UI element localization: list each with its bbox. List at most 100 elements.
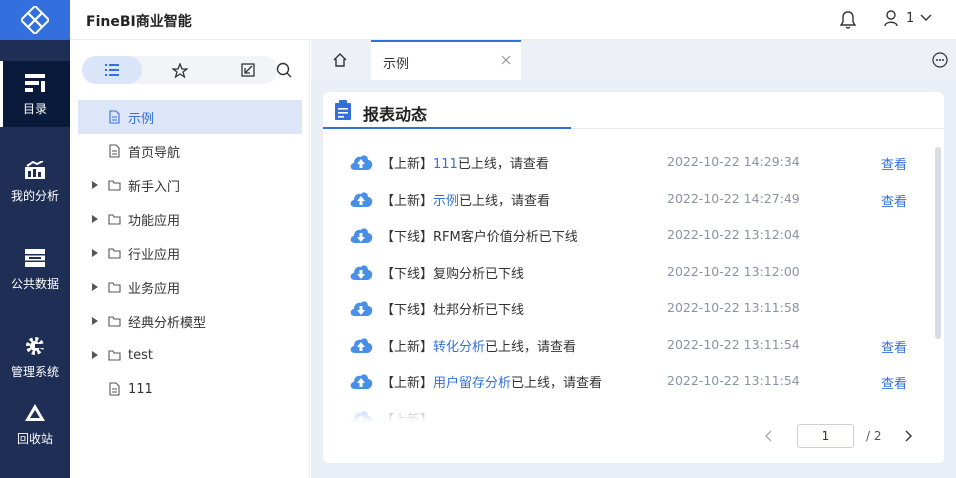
folder-icon <box>108 282 121 293</box>
tree-folder[interactable]: 新手入门 <box>78 168 302 202</box>
feed-row: 【上新】转化分析已上线，请查看 2022-10-22 13:11:54 查看 <box>323 328 931 365</box>
search-icon[interactable] <box>276 62 292 78</box>
folder-icon <box>108 350 121 361</box>
view-link[interactable]: 查看 <box>881 373 907 392</box>
view-link[interactable]: 查看 <box>881 154 907 173</box>
feed-message: 【上新】111已上线，请查看 <box>381 153 549 172</box>
folder-icon <box>108 214 121 225</box>
tree-folder[interactable]: 功能应用 <box>78 202 302 236</box>
caret-right-icon[interactable] <box>92 317 98 325</box>
report-link[interactable]: 用户留存分析 <box>433 376 511 391</box>
user-name: 1 <box>906 10 915 26</box>
tab-bar: 示例 <box>311 40 956 80</box>
feed-row: 【下线】杜邦分析已下线 2022-10-22 13:11:58 <box>323 291 931 328</box>
feed-row: 【上新】示例已上线，请查看 2022-10-22 14:27:49 查看 <box>323 182 931 219</box>
file-icon <box>109 382 120 396</box>
caret-right-icon[interactable] <box>92 181 98 189</box>
card-title: 报表动态 <box>363 105 428 124</box>
folder-icon <box>108 316 121 327</box>
page-input[interactable] <box>797 424 854 448</box>
user-menu[interactable]: 1 <box>884 10 932 26</box>
tree-file[interactable]: 示例 <box>78 100 302 134</box>
feed-message: 【上新】用户留存分析已上线，请查看 <box>381 372 602 391</box>
star-icon <box>172 62 188 78</box>
feed-tag: 【下线】 <box>381 230 434 245</box>
tree-folder[interactable]: 经典分析模型 <box>78 304 302 338</box>
more-options-icon[interactable] <box>932 52 948 68</box>
tab-favorites[interactable] <box>150 56 210 84</box>
nav-item-public-data[interactable]: 公共数据 <box>0 236 70 302</box>
view-link[interactable]: 查看 <box>881 337 907 356</box>
database-icon <box>24 247 46 269</box>
cloud-download-icon <box>350 228 373 243</box>
nav-item-my-analysis[interactable]: 我的分析 <box>0 148 70 214</box>
caret-right-icon[interactable] <box>92 215 98 223</box>
directory-tree: 示例首页导航新手入门 功能应用 行业应用 业务应用经典分析模型 test 111 <box>78 100 302 406</box>
caret-right-icon[interactable] <box>92 283 98 291</box>
cloud-download-icon <box>350 301 373 316</box>
tree-file[interactable]: 首页导航 <box>78 134 302 168</box>
cloud-upload-icon <box>350 191 373 207</box>
chevron-left-icon[interactable] <box>763 430 775 442</box>
chevron-right-icon[interactable] <box>902 430 914 442</box>
feed-message: 【下线】复购分析已下线 <box>381 263 524 282</box>
tab-home[interactable] <box>311 40 369 80</box>
feed-scrollbar[interactable] <box>935 147 941 339</box>
tree-folder[interactable]: 行业应用 <box>78 236 302 270</box>
cloud-upload-icon <box>350 155 373 170</box>
feed-time: 2022-10-22 13:11:58 <box>667 300 800 315</box>
home-icon <box>333 53 347 67</box>
nav-item-recycle-bin[interactable]: 回收站 <box>0 394 70 454</box>
cloud-upload-icon <box>350 374 373 389</box>
report-link[interactable]: 转化分析 <box>433 340 485 355</box>
feed-suffix: 已上线，请查看 <box>485 339 577 355</box>
close-icon[interactable] <box>501 55 511 65</box>
nav-label: 我的分析 <box>10 188 59 203</box>
view-link[interactable]: 查看 <box>881 191 907 210</box>
caret-right-icon[interactable] <box>92 249 98 257</box>
feed-tag: 【上新】 <box>381 193 434 209</box>
nav-label: 公共数据 <box>10 276 59 291</box>
file-icon <box>109 144 120 158</box>
app-logo[interactable] <box>0 0 70 40</box>
feed-time: 2022-10-22 14:29:34 <box>667 154 800 169</box>
bell-icon[interactable] <box>839 11 857 29</box>
report-link[interactable]: 111 <box>433 157 458 172</box>
tree-folder[interactable]: test <box>78 338 302 372</box>
cloud-upload-icon <box>350 337 373 353</box>
tab-example[interactable]: 示例 <box>371 40 521 80</box>
tree-folder[interactable]: 业务应用 <box>78 270 302 304</box>
feed-row: 【上新】111已上线，请查看 2022-10-22 14:29:34 查看 <box>323 145 931 182</box>
logo-icon <box>21 6 49 34</box>
tab-shared[interactable] <box>218 56 278 84</box>
cloud-download-icon <box>350 264 373 280</box>
nav-item-admin[interactable]: 管理系统 <box>0 324 70 390</box>
feed-tag: 【上新】 <box>381 157 434 172</box>
nav-item-directory[interactable]: 目录 <box>0 61 70 127</box>
tab-list-view[interactable] <box>82 56 142 84</box>
nav-label: 回收站 <box>16 431 53 446</box>
card-title-underline <box>323 127 571 129</box>
directory-icon <box>24 72 46 94</box>
feed-suffix: 已上线，请查看 <box>457 157 549 172</box>
tab-label: 示例 <box>383 57 410 72</box>
tree-file[interactable]: 111 <box>78 372 302 406</box>
feed-text: 复购分析已下线 <box>433 266 525 282</box>
card-header: 报表动态 <box>323 92 944 129</box>
tree-label: 经典分析模型 <box>128 315 207 331</box>
folder-icon <box>108 180 121 191</box>
feed-tag: 【上新】 <box>381 376 434 391</box>
report-link[interactable]: 示例 <box>433 194 459 209</box>
left-nav: 目录 我的分析 公共数据 管理系统 回收站 <box>0 0 70 478</box>
recycle-icon <box>24 402 46 424</box>
report-feed-list: 【上新】111已上线，请查看 2022-10-22 14:29:34 查看 【上新】示… <box>323 145 931 423</box>
feed-fade-overlay <box>323 395 931 423</box>
tree-label: 首页导航 <box>128 145 181 161</box>
user-icon <box>884 10 898 26</box>
list-icon <box>105 64 119 76</box>
feed-time: 2022-10-22 13:12:04 <box>667 227 800 242</box>
caret-right-icon[interactable] <box>92 351 98 359</box>
feed-text: RFM客户价值分析已下线 <box>433 230 578 245</box>
pagination: / 2 <box>763 424 914 448</box>
folder-icon <box>108 248 121 259</box>
